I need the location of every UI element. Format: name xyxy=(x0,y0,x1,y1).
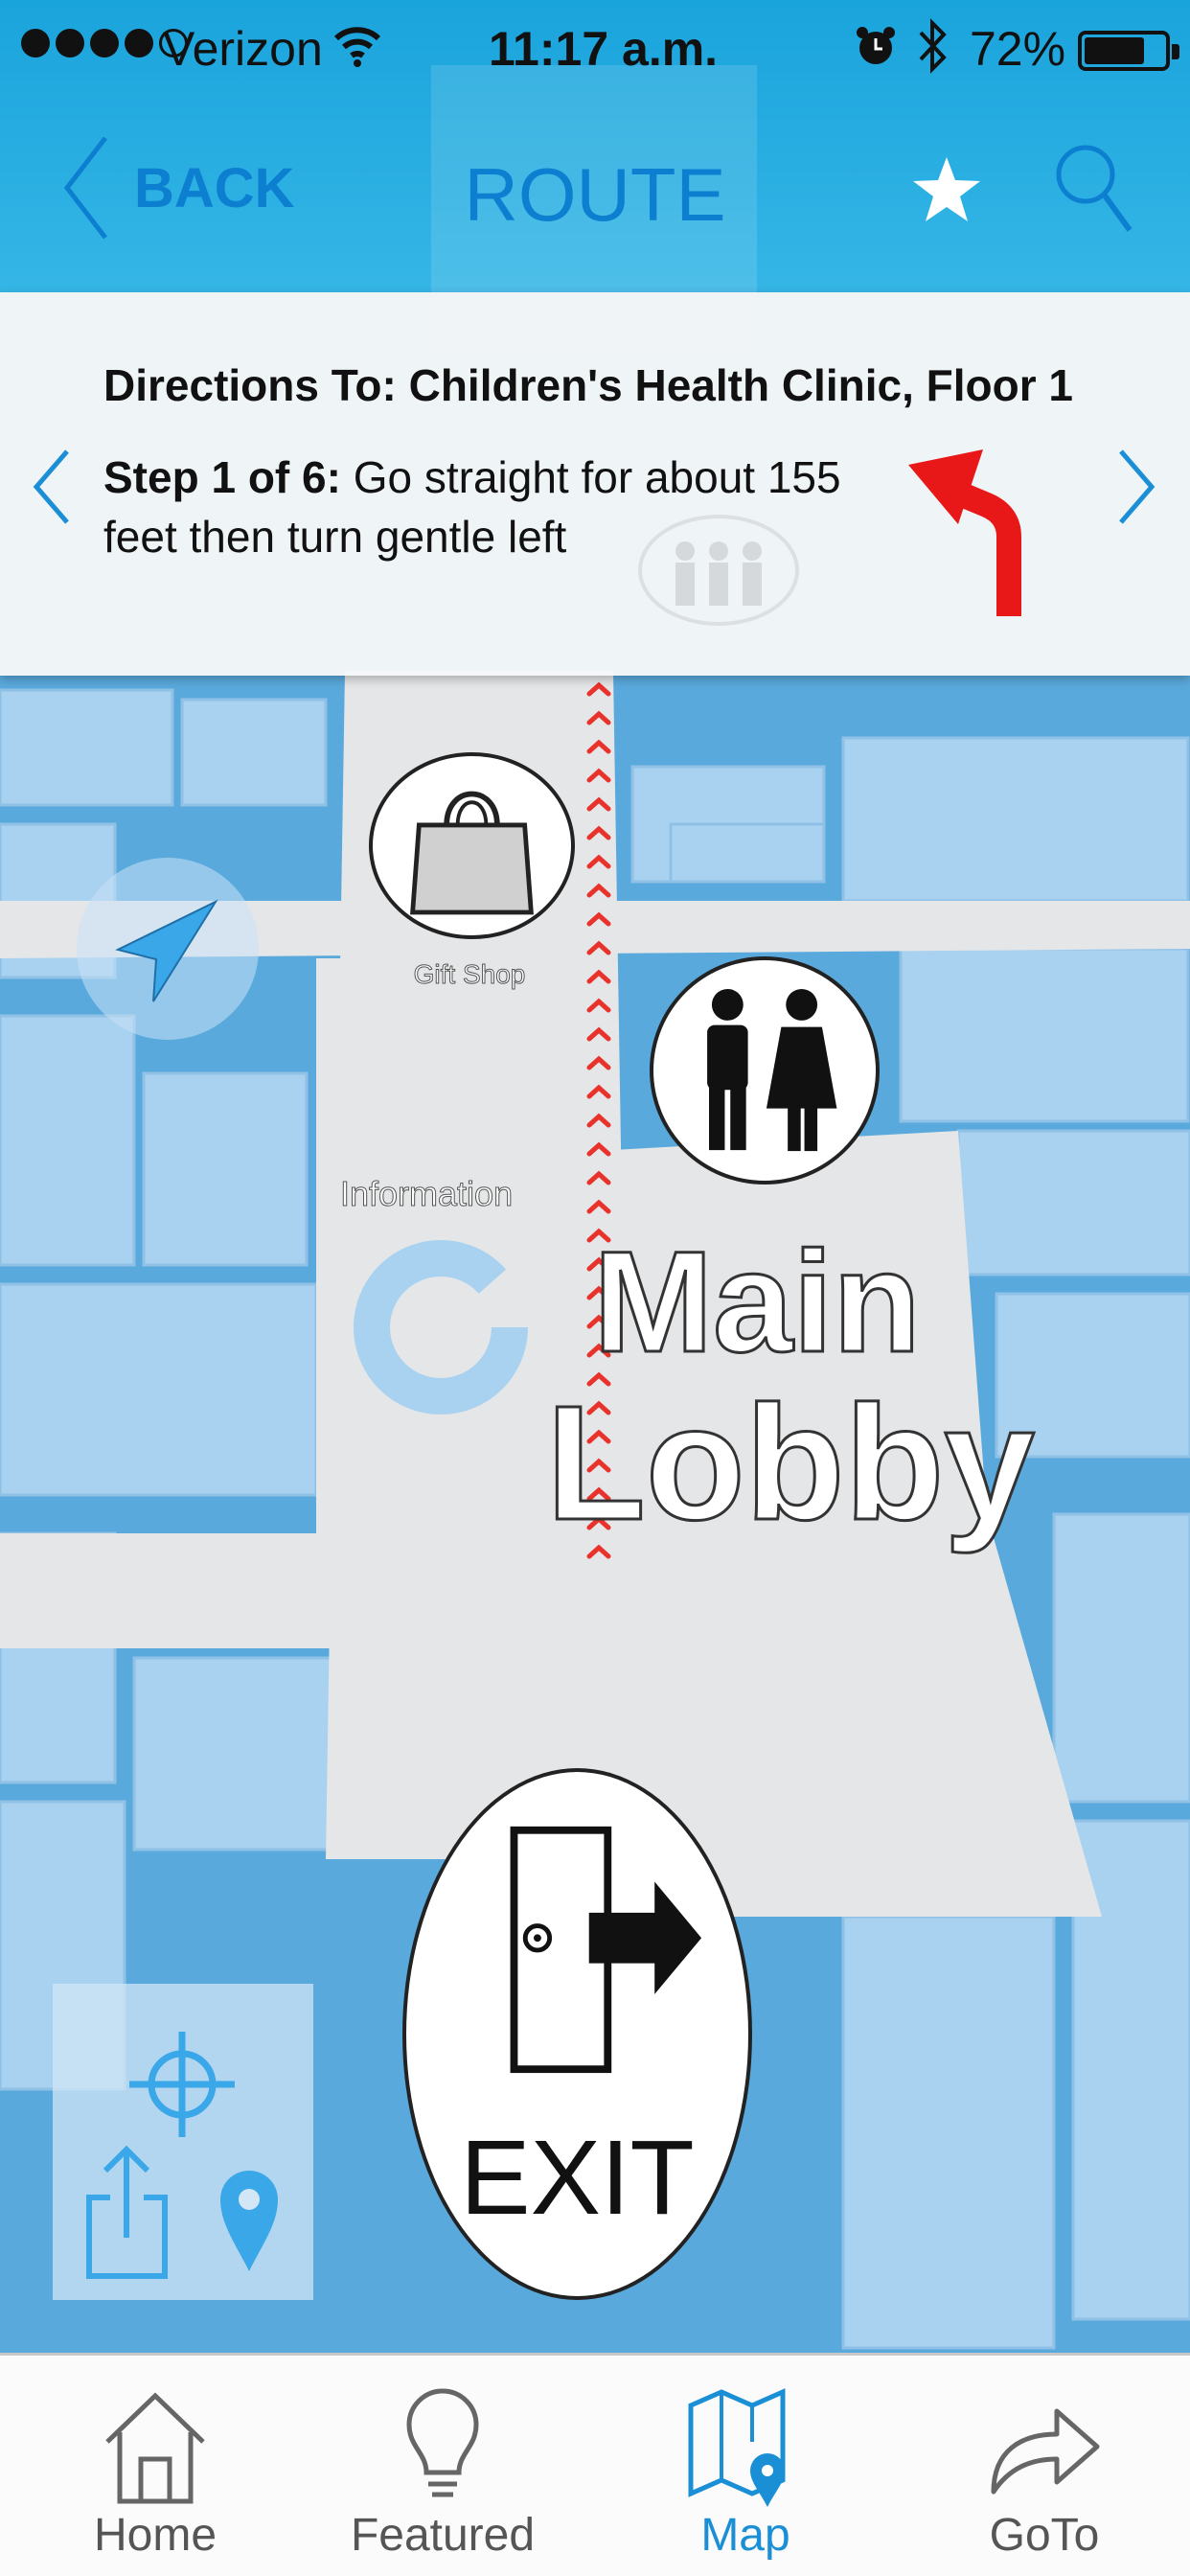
main-lobby-label: Main Lobby xyxy=(545,1221,1037,1554)
lobby-line-2: Lobby xyxy=(545,1371,1037,1554)
map-icon xyxy=(688,2388,786,2507)
tab-bar: Home Featured Map GoTo xyxy=(0,2353,1190,2576)
navigation-arrow-icon xyxy=(115,899,218,1002)
tab-home-label: Home xyxy=(93,2510,217,2561)
lightbulb-icon xyxy=(406,2388,479,2497)
battery-percent: 72% xyxy=(970,22,1066,76)
turn-left-arrow-icon xyxy=(908,449,1021,616)
battery-icon xyxy=(1078,31,1179,71)
alarm-clock-icon xyxy=(857,27,895,64)
tab-featured[interactable]: Featured xyxy=(299,2356,586,2576)
tab-home[interactable]: Home xyxy=(11,2356,299,2576)
my-location-button[interactable] xyxy=(77,858,259,1040)
destination-title: Directions To: Children's Health Clinic,… xyxy=(103,360,1073,410)
navigation-bar: BACK ROUTE xyxy=(0,105,1190,292)
tab-goto-label: GoTo xyxy=(989,2510,1100,2561)
gift-shop-marker[interactable] xyxy=(369,752,575,939)
page-title: ROUTE xyxy=(464,152,726,237)
restroom-icon xyxy=(707,988,837,1152)
tab-featured-label: Featured xyxy=(350,2510,536,2561)
home-icon xyxy=(105,2392,205,2504)
search-icon[interactable] xyxy=(1049,134,1135,240)
wifi-icon xyxy=(333,27,381,67)
gift-shop-label: Gift Shop xyxy=(413,959,526,990)
step-instruction: Step 1 of 6: Go straight for about 155 f… xyxy=(103,448,889,566)
tab-map-label: Map xyxy=(700,2510,790,2561)
map-pin-icon[interactable] xyxy=(216,2166,283,2276)
tab-map[interactable]: Map xyxy=(602,2356,889,2576)
top-bar: Verizon 11:17 a.m. 72% BACK ROUTE xyxy=(0,0,1190,353)
tab-goto[interactable]: GoTo xyxy=(901,2356,1188,2576)
restroom-marker[interactable] xyxy=(650,956,880,1184)
previous-step-button[interactable] xyxy=(27,434,75,540)
next-step-button[interactable] xyxy=(1113,434,1161,540)
exit-marker[interactable]: EXIT xyxy=(402,1768,752,2300)
directions-card: Directions To: Children's Health Clinic,… xyxy=(0,292,1190,676)
shopping-bag-icon xyxy=(410,791,534,915)
share-icon[interactable] xyxy=(81,2142,172,2281)
crosshair-icon[interactable] xyxy=(127,2022,238,2147)
map-tools-panel xyxy=(53,1984,313,2300)
lobby-line-1: Main xyxy=(592,1221,923,1382)
step-counter: Step 1 of 6: xyxy=(103,452,341,502)
exit-label: EXIT xyxy=(460,2119,695,2237)
clock: 11:17 a.m. xyxy=(489,22,719,76)
status-bar: Verizon 11:17 a.m. 72% xyxy=(0,0,1190,105)
carrier-name: Verizon xyxy=(163,22,323,76)
star-icon[interactable] xyxy=(910,153,983,226)
bluetooth-icon xyxy=(919,18,947,74)
forward-arrow-icon xyxy=(991,2408,1100,2495)
information-label: Information xyxy=(339,1174,514,1214)
